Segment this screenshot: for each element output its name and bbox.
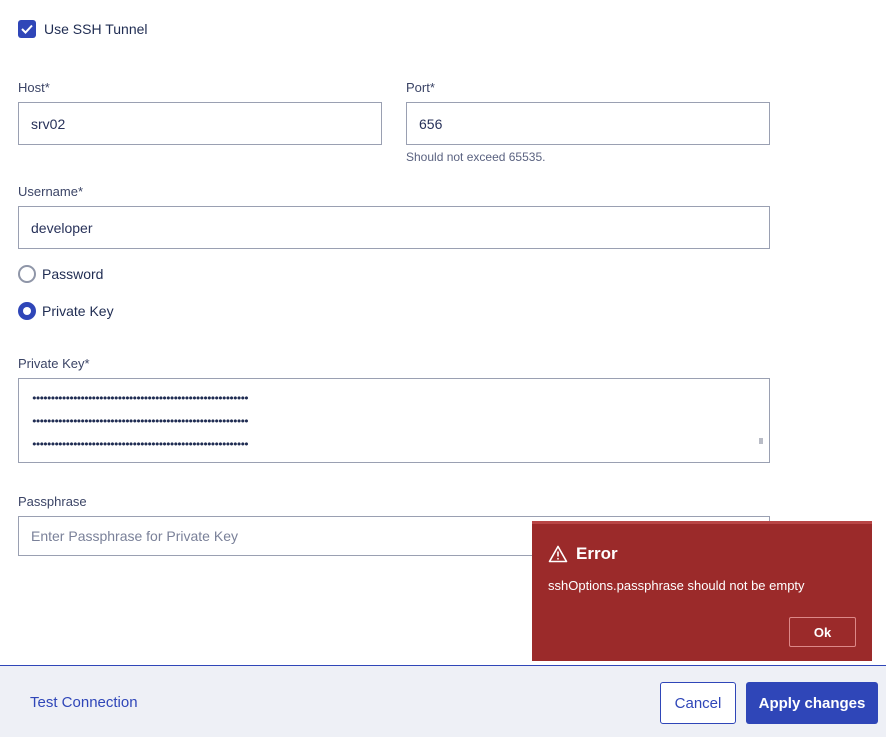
error-title: Error xyxy=(576,544,618,563)
port-label: Port* xyxy=(406,80,435,95)
private-key-line: ••••••••••••••••••••••••••••••••••••••••… xyxy=(31,392,250,405)
apply-changes-button[interactable]: Apply changes xyxy=(746,682,878,724)
ssh-tunnel-label: Use SSH Tunnel xyxy=(44,21,148,37)
error-toast: Error sshOptions.passphrase should not b… xyxy=(532,521,872,661)
cancel-button[interactable]: Cancel xyxy=(660,682,736,724)
host-input[interactable]: srv02 xyxy=(18,102,382,145)
password-radio-label: Password xyxy=(42,266,104,282)
checkmark-icon xyxy=(21,24,33,34)
footer-bar: Test Connection Cancel Apply changes xyxy=(0,665,886,737)
password-radio-row[interactable]: Password xyxy=(18,265,103,283)
ssh-settings-page: Use SSH Tunnel Host* srv02 Port* 656 Sho… xyxy=(0,0,886,737)
private-key-radio-label: Private Key xyxy=(42,303,114,319)
private-key-line: ••••••••••••••••••••••••••••••••••••••••… xyxy=(31,438,250,451)
error-header: Error xyxy=(548,544,618,564)
use-ssh-tunnel-row[interactable]: Use SSH Tunnel xyxy=(18,20,148,38)
test-connection-button[interactable]: Test Connection xyxy=(30,694,138,711)
ok-button[interactable]: Ok xyxy=(789,617,856,647)
resize-handle-icon[interactable] xyxy=(759,438,763,444)
warning-icon xyxy=(548,545,568,563)
private-key-radio-row[interactable]: Private Key xyxy=(18,302,114,320)
private-key-line: ••••••••••••••••••••••••••••••••••••••••… xyxy=(31,415,250,428)
private-key-radio[interactable] xyxy=(18,302,36,320)
port-input[interactable]: 656 xyxy=(406,102,770,145)
passphrase-label: Passphrase xyxy=(18,494,87,509)
username-input[interactable]: developer xyxy=(18,206,770,249)
error-message: sshOptions.passphrase should not be empt… xyxy=(548,578,805,593)
host-label: Host* xyxy=(18,80,50,95)
private-key-textarea[interactable]: ••••••••••••••••••••••••••••••••••••••••… xyxy=(18,378,770,463)
password-radio[interactable] xyxy=(18,265,36,283)
ssh-tunnel-checkbox[interactable] xyxy=(18,20,36,38)
username-label: Username* xyxy=(18,184,84,199)
port-hint: Should not exceed 65535. xyxy=(406,150,546,164)
private-key-label: Private Key* xyxy=(18,356,90,371)
